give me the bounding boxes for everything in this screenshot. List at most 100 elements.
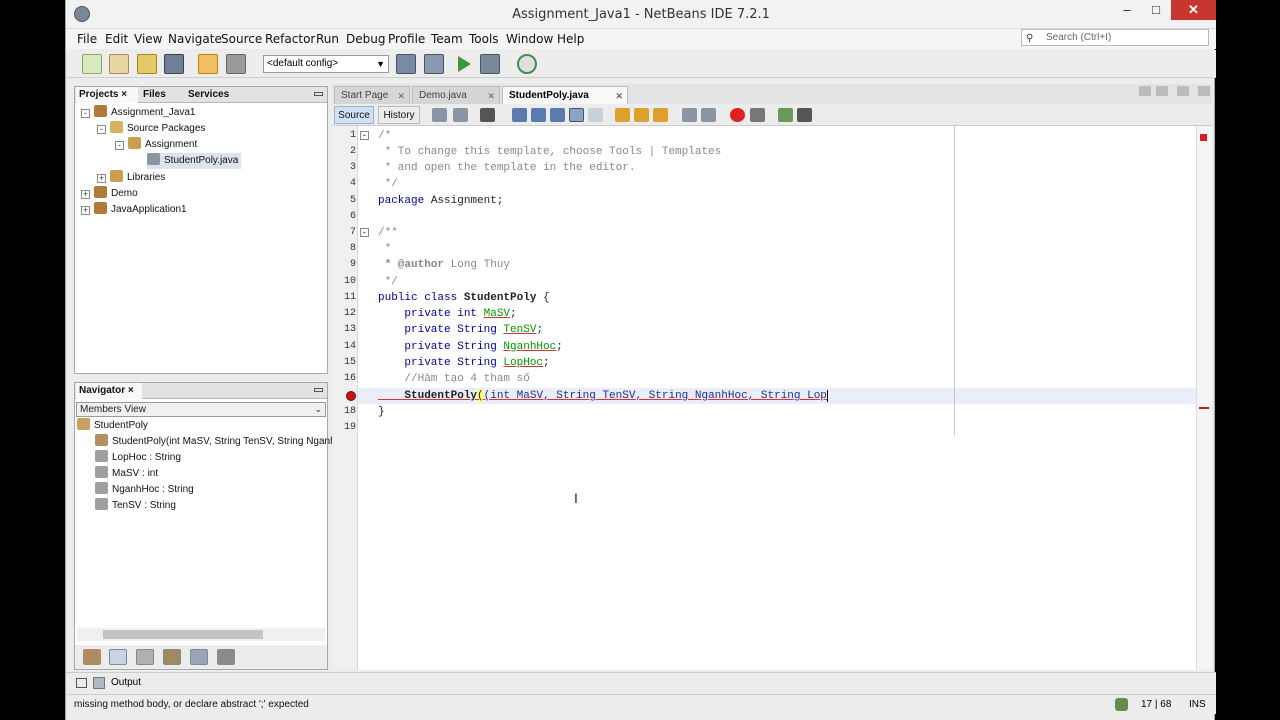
menu-file[interactable]: File <box>77 32 97 46</box>
filter-inherited-icon[interactable] <box>83 649 101 665</box>
build-icon[interactable] <box>396 54 416 74</box>
minimize-panel-icon[interactable] <box>314 388 323 392</box>
tab-files[interactable]: Files <box>140 87 182 103</box>
menu-view[interactable]: View <box>134 32 162 46</box>
menu-tools[interactable]: Tools <box>469 32 499 46</box>
tab-demo-java[interactable]: Demo.java ✕ <box>412 86 500 104</box>
tree-file-studentpoly[interactable]: StudentPoly.java <box>147 153 242 169</box>
config-select[interactable]: <default config> ▼ <box>263 55 389 73</box>
shift-left-icon[interactable] <box>682 108 697 122</box>
toggle-bookmark-icon[interactable] <box>653 108 668 122</box>
scroll-right-icon[interactable] <box>1155 86 1168 96</box>
history-view-button[interactable]: History <box>378 106 420 124</box>
filter-nonpublic-icon[interactable] <box>163 649 181 665</box>
stop-macro-icon[interactable] <box>750 108 765 122</box>
collapse-icon[interactable]: - <box>115 141 124 150</box>
comment-icon[interactable] <box>778 108 793 122</box>
close-tab-icon[interactable]: ✕ <box>397 87 405 105</box>
rectangular-selection-icon[interactable] <box>588 108 603 122</box>
tree-project-demo[interactable]: Demo <box>94 186 138 202</box>
error-summary-icon[interactable] <box>1200 134 1207 141</box>
uncomment-icon[interactable] <box>797 108 812 122</box>
notification-icon[interactable] <box>1115 698 1128 711</box>
filter-static-icon[interactable] <box>136 649 154 665</box>
fold-icon[interactable]: - <box>360 131 369 140</box>
menu-edit[interactable]: Edit <box>105 32 128 46</box>
tree-package-assignment[interactable]: Assignment <box>128 137 197 153</box>
fold-icon[interactable]: - <box>360 228 369 237</box>
last-edit-icon[interactable] <box>432 108 447 122</box>
save-all-icon[interactable] <box>164 54 184 74</box>
menu-team[interactable]: Team <box>431 32 463 46</box>
restore-window-group-icon[interactable] <box>76 678 87 688</box>
horizontal-scrollbar[interactable] <box>77 628 325 641</box>
document-list-icon[interactable] <box>1176 86 1189 96</box>
menu-refactor[interactable]: Refactor <box>265 32 315 46</box>
open-project-icon[interactable] <box>137 54 157 74</box>
menu-source[interactable]: Source <box>221 32 262 46</box>
navigator-field-nganhhoc[interactable]: NganhHoc : String <box>95 482 194 498</box>
filter-fields-icon[interactable] <box>109 649 127 665</box>
menu-debug[interactable]: Debug <box>346 32 385 46</box>
navigator-view-select[interactable]: Members View ⌄ <box>76 402 326 417</box>
previous-bookmark-icon[interactable] <box>615 108 630 122</box>
tab-services[interactable]: Services <box>185 87 247 103</box>
tree-project-javaapplication1[interactable]: JavaApplication1 <box>94 202 187 218</box>
navigator-field-lophoc[interactable]: LopHoc : String <box>95 450 181 466</box>
redo-icon[interactable] <box>226 54 246 74</box>
scrollbar-thumb[interactable] <box>103 630 263 639</box>
tab-start-page[interactable]: Start Page ✕ <box>334 86 410 104</box>
error-stripe[interactable] <box>1196 126 1212 670</box>
sort-by-source-icon[interactable] <box>217 649 235 665</box>
expand-icon[interactable]: + <box>97 174 106 183</box>
clean-build-icon[interactable] <box>424 54 444 74</box>
sort-by-name-icon[interactable] <box>190 649 208 665</box>
menu-navigate[interactable]: Navigate <box>168 32 222 46</box>
scroll-left-icon[interactable] <box>1138 86 1151 96</box>
close-tab-icon[interactable]: ✕ <box>487 87 495 105</box>
find-selection-icon[interactable] <box>512 108 527 122</box>
new-project-icon[interactable] <box>109 54 129 74</box>
forward-icon[interactable] <box>480 108 495 122</box>
next-bookmark-icon[interactable] <box>634 108 649 122</box>
collapse-icon[interactable]: - <box>81 109 90 118</box>
menu-window[interactable]: Window <box>506 32 553 46</box>
tree-project-assignment[interactable]: Assignment_Java1 <box>94 105 196 121</box>
expand-icon[interactable]: + <box>81 206 90 215</box>
close-tab-icon[interactable]: ✕ <box>615 87 623 105</box>
menu-help[interactable]: Help <box>557 32 584 46</box>
expand-icon[interactable]: + <box>81 190 90 199</box>
tab-studentpoly-java[interactable]: StudentPoly.java ✕ <box>502 86 628 104</box>
error-stripe-mark[interactable] <box>1199 407 1209 409</box>
code-editor[interactable]: - - /* * To change this template, choose… <box>358 126 1196 670</box>
menu-profile[interactable]: Profile <box>388 32 425 46</box>
tab-projects[interactable]: Projects × <box>76 87 138 103</box>
start-macro-icon[interactable] <box>730 108 745 122</box>
navigator-field-tensv[interactable]: TenSV : String <box>95 498 176 514</box>
source-view-button[interactable]: Source <box>334 106 374 124</box>
minimize-icon[interactable]: – <box>1113 0 1141 20</box>
menu-run[interactable]: Run <box>316 32 339 46</box>
debug-icon[interactable] <box>480 54 500 74</box>
run-icon[interactable] <box>458 56 471 72</box>
profile-icon[interactable] <box>517 54 537 74</box>
collapse-icon[interactable]: - <box>97 125 106 134</box>
tree-source-packages[interactable]: Source Packages <box>110 121 205 137</box>
maximize-icon[interactable]: □ <box>1142 0 1170 20</box>
back-icon[interactable] <box>453 108 468 122</box>
toggle-highlight-icon[interactable] <box>569 108 584 122</box>
tree-libraries[interactable]: Libraries <box>110 170 165 186</box>
tab-navigator[interactable]: Navigator × <box>76 383 142 399</box>
maximize-editor-icon[interactable] <box>1198 86 1210 96</box>
undo-icon[interactable] <box>198 54 218 74</box>
close-icon[interactable]: ✕ <box>1171 0 1216 20</box>
new-file-icon[interactable] <box>82 54 102 74</box>
navigator-field-masv[interactable]: MaSV : int <box>95 466 158 482</box>
error-icon[interactable] <box>346 391 356 401</box>
shift-right-icon[interactable] <box>701 108 716 122</box>
find-next-icon[interactable] <box>550 108 565 122</box>
navigator-class[interactable]: StudentPoly <box>77 418 148 434</box>
minimize-panel-icon[interactable] <box>314 92 323 96</box>
output-button[interactable]: Output <box>111 677 141 688</box>
find-previous-icon[interactable] <box>531 108 546 122</box>
